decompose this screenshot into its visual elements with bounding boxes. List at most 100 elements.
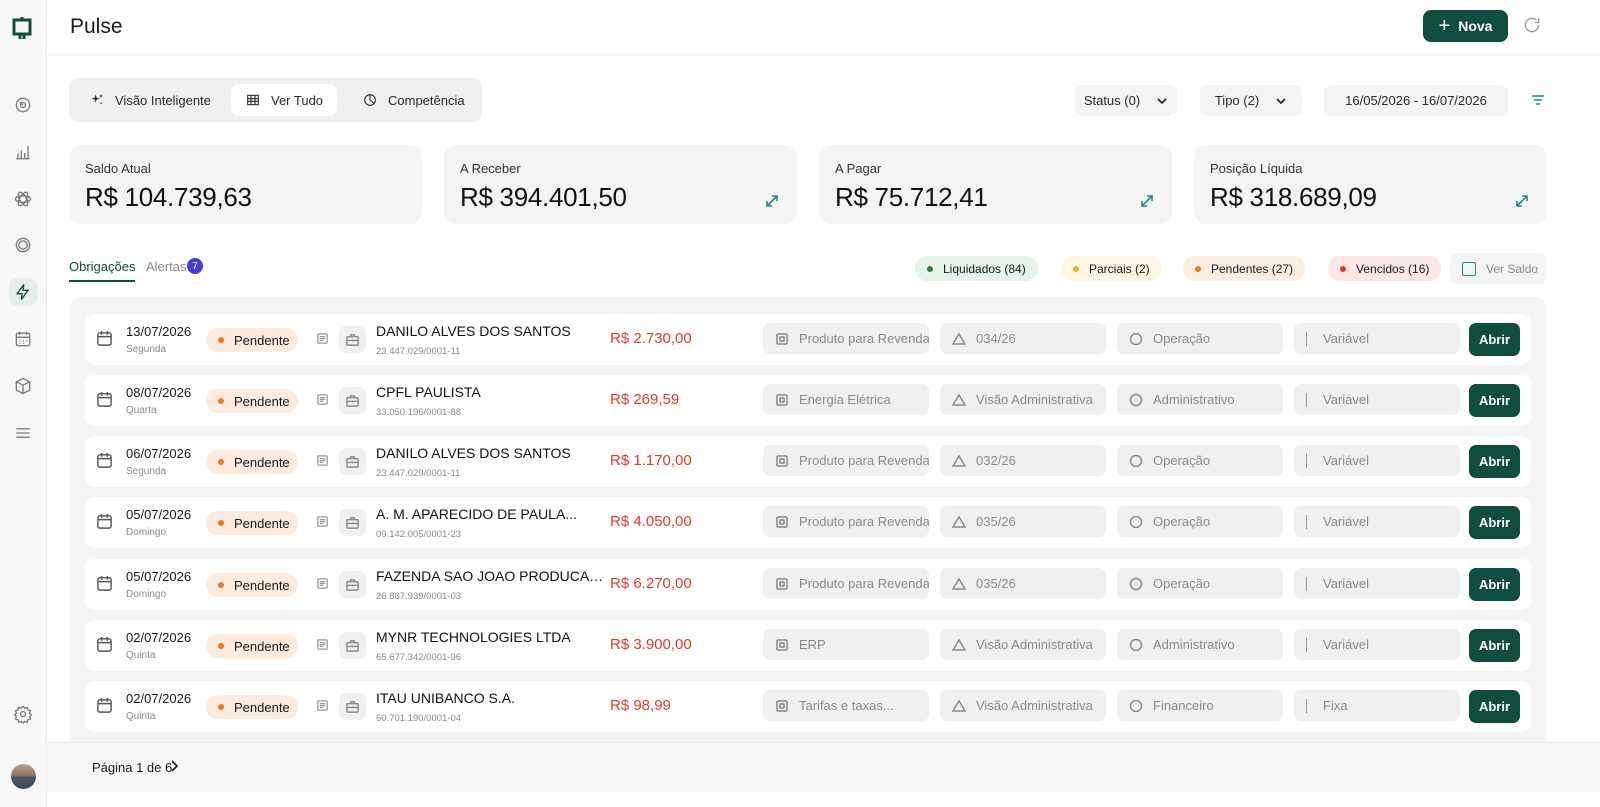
bar-chart-icon[interactable] [9, 138, 37, 166]
category-field[interactable]: ERP [763, 629, 929, 660]
note-icon[interactable] [316, 638, 330, 652]
expand-icon[interactable] [765, 194, 779, 208]
ver-saldo-toggle[interactable]: Ver Saldo [1450, 253, 1547, 284]
project-field[interactable]: Visão Administrativa [940, 384, 1106, 415]
briefcase-icon[interactable] [339, 448, 366, 475]
logo-icon[interactable] [11, 17, 33, 39]
project-field[interactable]: Visão Administrativa [940, 629, 1106, 660]
alerts-count-badge: 7 [187, 258, 203, 274]
dashboard-icon[interactable] [9, 91, 37, 119]
lightning-icon[interactable] [9, 278, 37, 306]
open-button[interactable]: Abrir [1469, 629, 1520, 662]
category-field[interactable]: Produto para Revenda [763, 445, 929, 476]
note-icon[interactable] [316, 699, 330, 713]
settings-icon[interactable] [9, 700, 37, 728]
legend-liquidados[interactable]: Liquidados (84) [915, 256, 1038, 281]
avatar[interactable] [11, 764, 36, 789]
briefcase-icon[interactable] [339, 571, 366, 598]
area-field[interactable]: Operação [1117, 568, 1283, 599]
legend-pendentes[interactable]: Pendentes (27) [1183, 256, 1306, 281]
note-icon[interactable] [316, 515, 330, 529]
category-field[interactable]: Produto para Revenda [763, 323, 929, 354]
menu-icon[interactable] [9, 419, 37, 447]
table-row[interactable]: 05/07/2026 Domingo Pendente A. M. APAREC… [85, 497, 1531, 548]
obligations-table: 13/07/2026 Segunda Pendente DANILO ALVES… [69, 297, 1547, 742]
checkbox[interactable] [1462, 261, 1476, 276]
tab-obrigacoes[interactable]: Obrigações [69, 259, 136, 282]
project-field[interactable]: Visão Administrativa [940, 690, 1106, 721]
area-field[interactable]: Operação [1117, 323, 1283, 354]
atom-icon[interactable] [9, 185, 37, 213]
type-field[interactable]: Variável [1294, 629, 1460, 660]
refresh-icon[interactable] [1522, 15, 1544, 37]
project-field[interactable]: 035/26 [940, 506, 1106, 537]
area-field[interactable]: Financeiro [1117, 690, 1283, 721]
table-row[interactable]: 08/07/2026 Quarta Pendente CPFL PAULISTA… [85, 375, 1531, 426]
area-field[interactable]: Administrativo [1117, 384, 1283, 415]
open-button[interactable]: Abrir [1469, 384, 1520, 417]
legend-parciais[interactable]: Parciais (2) [1061, 256, 1162, 281]
category-field[interactable]: Tarifas e taxas... [763, 690, 929, 721]
row-document: 26.887.939/0001-03 [376, 591, 462, 602]
open-button[interactable]: Abrir [1469, 323, 1520, 356]
briefcase-icon[interactable] [339, 509, 366, 536]
target-icon[interactable] [9, 231, 37, 259]
calendar-icon [96, 513, 114, 531]
table-row[interactable]: 06/07/2026 Segunda Pendente DANILO ALVES… [85, 436, 1531, 487]
expand-icon[interactable] [1140, 194, 1154, 208]
type-field[interactable]: Variável [1294, 323, 1460, 354]
filter-icon[interactable] [1530, 92, 1548, 110]
category-field[interactable]: Produto para Revenda [763, 568, 929, 599]
view-competence-button[interactable]: Competência [348, 84, 479, 116]
table-row[interactable]: 02/07/2026 Quinta Pendente ITAU UNIBANCO… [85, 681, 1531, 732]
legend-vencidos[interactable]: Vencidos (16) [1328, 256, 1442, 281]
view-all-button[interactable]: Ver Tudo [231, 84, 338, 116]
new-button[interactable]: + Nova [1423, 10, 1508, 42]
open-button[interactable]: Abrir [1469, 690, 1520, 723]
note-icon[interactable] [316, 332, 330, 346]
date-range-filter[interactable]: 16/05/2026 - 16/07/2026 [1324, 85, 1508, 116]
row-document: 65.677.342/0001-96 [376, 652, 462, 663]
note-icon[interactable] [316, 577, 330, 591]
type-field[interactable]: Variável [1294, 445, 1460, 476]
table-row[interactable]: 05/07/2026 Domingo Pendente FAZENDA SAO … [85, 559, 1531, 610]
area-field[interactable]: Administrativo [1117, 629, 1283, 660]
category-field[interactable]: Produto para Revenda [763, 506, 929, 537]
type-field[interactable]: Fixa [1294, 690, 1460, 721]
card-label: Posição Líquida [1210, 161, 1303, 176]
calendar-icon[interactable] [9, 325, 37, 353]
note-icon[interactable] [316, 454, 330, 468]
row-document: 60.701.190/0001-04 [376, 713, 462, 724]
status-badge: Pendente [206, 511, 298, 535]
type-field[interactable]: Variável [1294, 384, 1460, 415]
area-field[interactable]: Operação [1117, 506, 1283, 537]
row-amount: R$ 269,59 [610, 391, 680, 408]
project-field[interactable]: 035/26 [940, 568, 1106, 599]
chevron-right-icon[interactable] [167, 759, 183, 775]
status-filter[interactable]: Status (0) [1075, 85, 1177, 116]
briefcase-icon[interactable] [339, 693, 366, 720]
tipo-filter[interactable]: Tipo (2) [1200, 85, 1302, 116]
sparkles-icon [91, 94, 103, 105]
box-icon[interactable] [9, 372, 37, 400]
expand-icon[interactable] [1515, 194, 1529, 208]
row-date: 02/07/2026 [126, 630, 192, 645]
table-row[interactable]: 02/07/2026 Quinta Pendente MYNR TECHNOLO… [85, 620, 1531, 671]
open-button[interactable]: Abrir [1469, 445, 1520, 478]
open-button[interactable]: Abrir [1469, 568, 1520, 601]
view-competence-label: Competência [388, 92, 465, 108]
type-field[interactable]: Variável [1294, 568, 1460, 599]
tab-alertas[interactable]: Alertas [146, 259, 186, 274]
area-field[interactable]: Operação [1117, 445, 1283, 476]
project-field[interactable]: 034/26 [940, 323, 1106, 354]
briefcase-icon[interactable] [339, 387, 366, 414]
view-smart-button[interactable]: Visão Inteligente [75, 84, 225, 116]
note-icon[interactable] [316, 393, 330, 407]
table-row[interactable]: 13/07/2026 Segunda Pendente DANILO ALVES… [85, 314, 1531, 365]
briefcase-icon[interactable] [339, 632, 366, 659]
briefcase-icon[interactable] [339, 326, 366, 353]
open-button[interactable]: Abrir [1469, 506, 1520, 539]
category-field[interactable]: Energia Elétrica [763, 384, 929, 415]
project-field[interactable]: 032/26 [940, 445, 1106, 476]
type-field[interactable]: Variável [1294, 506, 1460, 537]
